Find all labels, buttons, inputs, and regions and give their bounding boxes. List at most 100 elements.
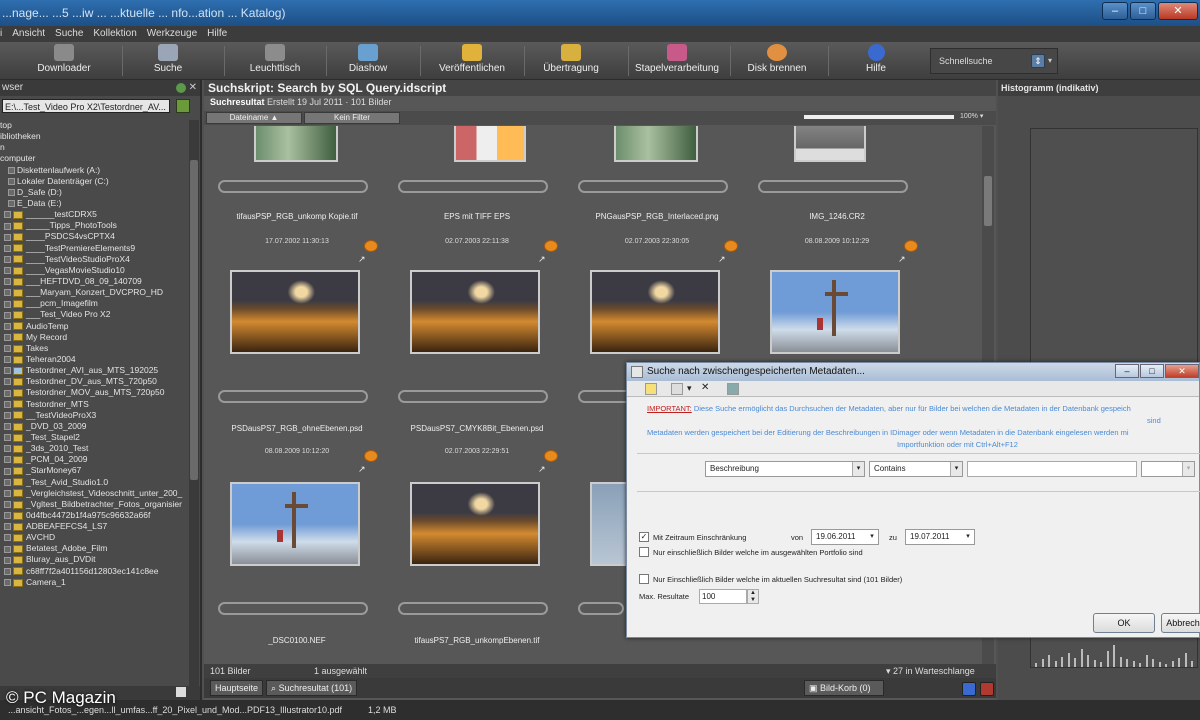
new-query-icon[interactable]	[645, 383, 657, 395]
menu-collection[interactable]: Kollektion	[93, 26, 136, 42]
tree-item[interactable]: computer	[0, 153, 190, 164]
tree-item[interactable]: AudioTemp	[0, 321, 190, 332]
tree-item[interactable]: c68ff7f2a401156d12803ec141c8ee	[0, 566, 190, 577]
thumbnail-image[interactable]	[230, 482, 360, 566]
expand-icon[interactable]	[4, 345, 11, 353]
expand-icon[interactable]	[8, 177, 15, 185]
rating-bar[interactable]	[218, 390, 368, 403]
ok-button[interactable]: OK	[1093, 613, 1155, 633]
expand-icon[interactable]	[4, 211, 11, 219]
value-input[interactable]	[967, 461, 1137, 477]
expand-icon[interactable]	[4, 423, 11, 431]
thumbnail-image[interactable]	[454, 126, 526, 162]
quicksearch-box[interactable]: Schnellsuche ⇕ ▾	[930, 48, 1058, 74]
tree-item[interactable]: AVCHD	[0, 532, 190, 543]
value-dropdown-icon[interactable]: ▾	[1182, 462, 1194, 476]
lighttable-button[interactable]: Leuchttisch	[240, 44, 310, 78]
tree-item[interactable]: ___HEFTDVD_08_09_140709	[0, 276, 190, 287]
tree-item[interactable]: ___pcm_Imagefilm	[0, 298, 190, 309]
tree-item[interactable]: Teheran2004	[0, 354, 190, 365]
delete-icon[interactable]: ✕	[701, 383, 713, 395]
status-badge-icon[interactable]	[364, 240, 378, 252]
tree-item[interactable]: _PCM_04_2009	[0, 454, 190, 465]
expand-icon[interactable]	[8, 189, 15, 197]
help-button[interactable]: Hilfe	[848, 44, 904, 78]
expand-icon[interactable]	[4, 333, 11, 341]
tree-item[interactable]: Lokaler Datenträger (C:)	[0, 176, 190, 187]
tree-item[interactable]: Bluray_aus_DVDit	[0, 554, 190, 565]
zoom-level[interactable]: 100% ▾	[960, 112, 983, 120]
tree-item[interactable]: 0d4fbc4472b1f4a975c96632a66f	[0, 510, 190, 521]
expand-icon[interactable]	[4, 545, 11, 553]
menu-tools[interactable]: Werkzeuge	[147, 26, 197, 42]
tree-item[interactable]: Betatest_Adobe_Film	[0, 543, 190, 554]
info-icon[interactable]	[962, 682, 976, 696]
dialog-close-button[interactable]: ✕	[1165, 364, 1199, 378]
tree-item[interactable]: top	[0, 120, 190, 131]
rating-bar[interactable]	[398, 602, 548, 615]
tree-item[interactable]: ___Test_Video Pro X2	[0, 309, 190, 320]
expand-icon[interactable]	[4, 322, 11, 330]
filter-button[interactable]: Kein Filter	[304, 112, 400, 124]
path-field[interactable]: E:\...Test_Video Pro X2\Testordner_AV...	[2, 99, 170, 113]
alert-icon[interactable]	[980, 682, 994, 696]
quicksearch-dropdown-icon[interactable]: ▾	[1048, 56, 1052, 65]
cancel-button[interactable]: Abbrech	[1161, 613, 1200, 633]
expand-icon[interactable]	[8, 200, 15, 208]
tree-item[interactable]: _Test_Avid_Studio1.0	[0, 477, 190, 488]
tree-item[interactable]: ADBEAFEFCS4_LS7	[0, 521, 190, 532]
rating-bar[interactable]	[578, 180, 728, 193]
date-to-picker[interactable]: 19.07.2011 ▾	[905, 529, 975, 545]
rating-bar[interactable]	[758, 180, 908, 193]
expand-icon[interactable]	[4, 523, 11, 531]
thumbnail-image[interactable]	[770, 270, 900, 354]
expand-icon[interactable]	[4, 233, 11, 241]
expand-icon[interactable]	[4, 244, 11, 252]
transfer-button[interactable]: Übertragung	[536, 44, 606, 78]
panel-toggle-icon[interactable]	[176, 687, 186, 697]
date-to-dropdown-icon[interactable]: ▾	[962, 530, 974, 544]
expand-icon[interactable]	[4, 579, 11, 587]
operator-dropdown-icon[interactable]: ▾	[950, 462, 962, 476]
expand-icon[interactable]	[4, 400, 11, 408]
expand-icon[interactable]	[4, 255, 11, 263]
expand-icon[interactable]	[4, 489, 11, 497]
field-select[interactable]: Beschreibung ▾	[705, 461, 865, 477]
tree-item[interactable]: _StarMoney67	[0, 465, 190, 476]
status-badge-icon[interactable]	[544, 450, 558, 462]
expand-icon[interactable]	[4, 434, 11, 442]
date-range-checkbox[interactable]: ✓	[639, 532, 649, 542]
thumbnail-image[interactable]	[614, 126, 698, 162]
expand-icon[interactable]	[4, 378, 11, 386]
rating-bar[interactable]	[578, 602, 624, 615]
expand-icon[interactable]	[4, 478, 11, 486]
close-button[interactable]: ✕	[1158, 2, 1198, 20]
tree-item[interactable]: ____VegasMovieStudio10	[0, 265, 190, 276]
batch-button[interactable]: Stapelverarbeitung	[630, 44, 724, 78]
expand-icon[interactable]	[4, 512, 11, 520]
maximize-button[interactable]: □	[1130, 2, 1156, 20]
thumbnail-image[interactable]	[410, 482, 540, 566]
expand-icon[interactable]	[4, 534, 11, 542]
expand-icon[interactable]	[4, 367, 11, 375]
rating-bar[interactable]	[398, 390, 548, 403]
tree-item[interactable]: Takes	[0, 343, 190, 354]
pin-icon[interactable]: ↗	[898, 254, 906, 265]
expand-icon[interactable]	[4, 222, 11, 230]
expand-icon[interactable]	[4, 556, 11, 564]
date-from-picker[interactable]: 19.06.2011 ▾	[811, 529, 879, 545]
expand-icon[interactable]	[4, 467, 11, 475]
dropdown-icon[interactable]: ▾	[687, 383, 699, 395]
tree-item[interactable]: Testordner_DV_aus_MTS_720p50	[0, 376, 190, 387]
menu-help[interactable]: Hilfe	[207, 26, 227, 42]
tree-item[interactable]: _Test_Stapel2	[0, 432, 190, 443]
result-only-checkbox[interactable]	[639, 574, 649, 584]
expand-icon[interactable]	[4, 267, 11, 275]
tree-item[interactable]: n	[0, 142, 190, 153]
pin-icon[interactable]: ↗	[538, 464, 546, 475]
add-icon[interactable]	[176, 83, 186, 93]
tree-item[interactable]: __TestVideoProX3	[0, 410, 190, 421]
operator-select[interactable]: Contains ▾	[869, 461, 963, 477]
tree-item[interactable]: D_Safe (D:)	[0, 187, 190, 198]
zoom-slider[interactable]	[804, 115, 954, 119]
